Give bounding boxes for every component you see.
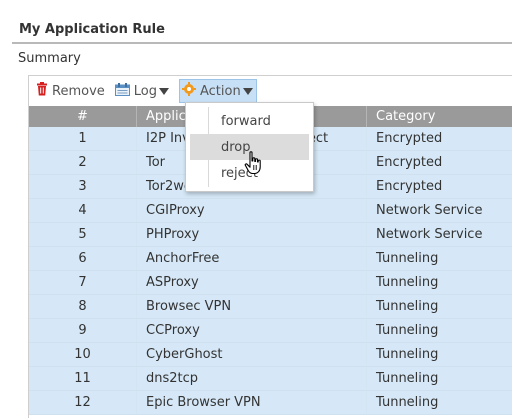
section-divider xyxy=(12,42,512,44)
table-row[interactable]: 9 CCProxy Tunneling xyxy=(29,319,512,343)
row-category: Network Service xyxy=(367,223,512,247)
row-number: 2 xyxy=(29,151,137,175)
gear-icon xyxy=(182,82,196,100)
row-application: Epic Browser VPN xyxy=(137,391,367,415)
table-row[interactable]: 10 CyberGhost Tunneling xyxy=(29,343,512,367)
row-category: Encrypted xyxy=(367,127,512,151)
row-category: Tunneling xyxy=(367,391,512,415)
row-application: CyberGhost xyxy=(137,343,367,367)
remove-button[interactable]: Remove xyxy=(36,80,105,102)
row-number: 3 xyxy=(29,175,137,199)
row-category: Tunneling xyxy=(367,295,512,319)
row-category: Encrypted xyxy=(367,151,512,175)
row-application: PHProxy xyxy=(137,223,367,247)
log-label: Log xyxy=(134,84,157,99)
row-number: 8 xyxy=(29,295,137,319)
table-row[interactable]: 5 PHProxy Network Service xyxy=(29,223,512,247)
log-icon xyxy=(115,83,130,100)
row-number: 12 xyxy=(29,391,137,415)
row-application: CCProxy xyxy=(137,319,367,343)
trash-icon xyxy=(36,82,48,100)
row-number: 7 xyxy=(29,271,137,295)
row-application: AnchorFree xyxy=(137,247,367,271)
row-number: 9 xyxy=(29,319,137,343)
action-button[interactable]: Action xyxy=(179,79,257,103)
row-number: 4 xyxy=(29,199,137,223)
table-row[interactable]: 7 ASProxy Tunneling xyxy=(29,271,512,295)
menu-item-forward[interactable]: forward xyxy=(190,108,309,134)
table-row[interactable]: 11 dns2tcp Tunneling xyxy=(29,367,512,391)
column-header-number[interactable]: # xyxy=(29,106,137,127)
row-category: Tunneling xyxy=(367,247,512,271)
row-application: CGIProxy xyxy=(137,199,367,223)
row-category: Tunneling xyxy=(367,367,512,391)
row-application: ASProxy xyxy=(137,271,367,295)
chevron-down-icon xyxy=(159,88,169,95)
column-header-category[interactable]: Category xyxy=(367,106,512,127)
row-category: Network Service xyxy=(367,199,512,223)
table-row[interactable]: 12 Epic Browser VPN Tunneling xyxy=(29,391,512,415)
table-row[interactable]: 4 CGIProxy Network Service xyxy=(29,199,512,223)
remove-label: Remove xyxy=(52,84,105,99)
table-row[interactable]: 6 AnchorFree Tunneling xyxy=(29,247,512,271)
row-number: 6 xyxy=(29,247,137,271)
summary-label: Summary xyxy=(18,51,81,66)
log-button[interactable]: Log xyxy=(115,80,169,102)
row-number: 11 xyxy=(29,367,137,391)
row-category: Tunneling xyxy=(367,343,512,367)
row-number: 10 xyxy=(29,343,137,367)
row-application: Browsec VPN xyxy=(137,295,367,319)
hand-pointer-icon xyxy=(244,151,264,179)
row-category: Tunneling xyxy=(367,271,512,295)
action-label: Action xyxy=(200,84,241,99)
section-title: My Application Rule xyxy=(19,22,165,37)
row-category: Tunneling xyxy=(367,319,512,343)
row-number: 1 xyxy=(29,127,137,151)
chevron-down-icon xyxy=(243,88,253,95)
table-row[interactable]: 8 Browsec VPN Tunneling xyxy=(29,295,512,319)
row-number: 5 xyxy=(29,223,137,247)
row-application: dns2tcp xyxy=(137,367,367,391)
row-category: Encrypted xyxy=(367,175,512,199)
